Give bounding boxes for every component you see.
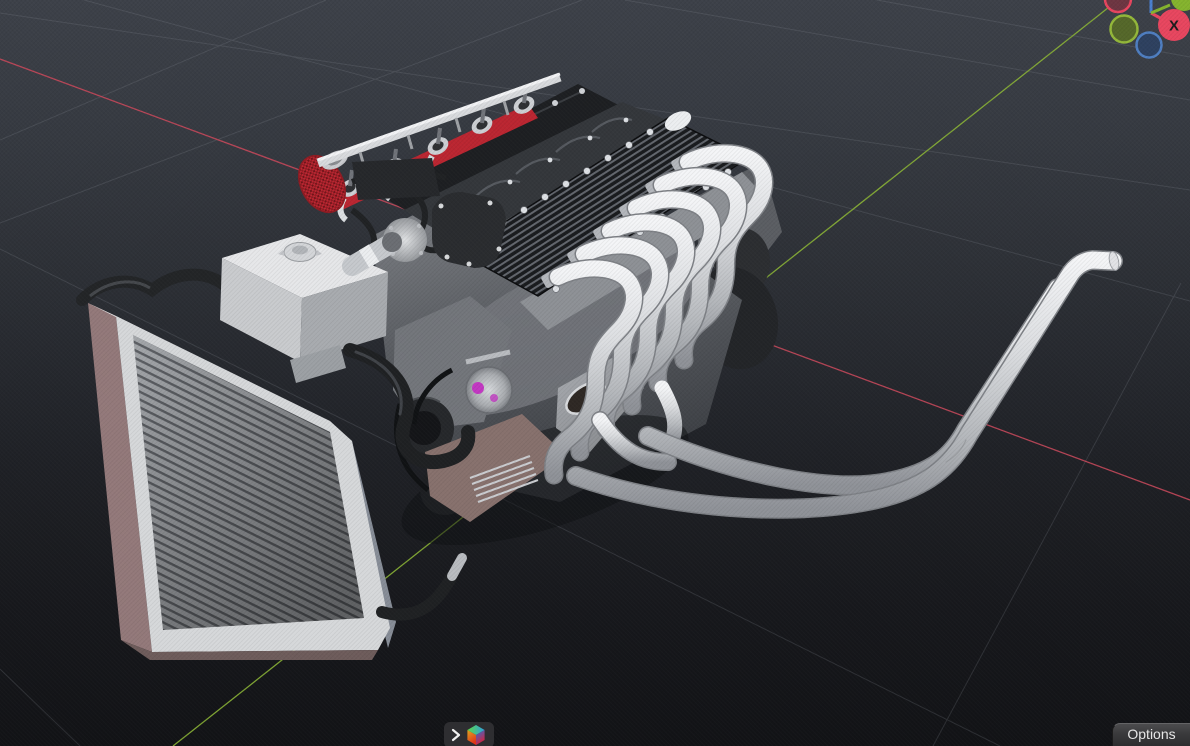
viewport[interactable]: X Options bbox=[0, 0, 1190, 746]
options-button[interactable]: Options bbox=[1112, 723, 1190, 746]
gizmo-z-neg-ball[interactable] bbox=[1135, 31, 1163, 59]
chevron-right-icon[interactable] bbox=[451, 728, 461, 742]
gizmo-x-neg-ball[interactable] bbox=[1103, 0, 1133, 14]
viewport-canvas[interactable]: X bbox=[0, 0, 1190, 746]
alternator-winding bbox=[472, 382, 484, 394]
gizmo-y-neg-ball[interactable] bbox=[1109, 14, 1139, 44]
nav-gizmo[interactable]: X bbox=[1103, 0, 1190, 59]
options-button-label: Options bbox=[1127, 725, 1176, 742]
shading-widget[interactable] bbox=[444, 722, 494, 746]
material-preview-cube-icon[interactable] bbox=[465, 724, 487, 746]
gizmo-x-label: X bbox=[1169, 18, 1179, 35]
